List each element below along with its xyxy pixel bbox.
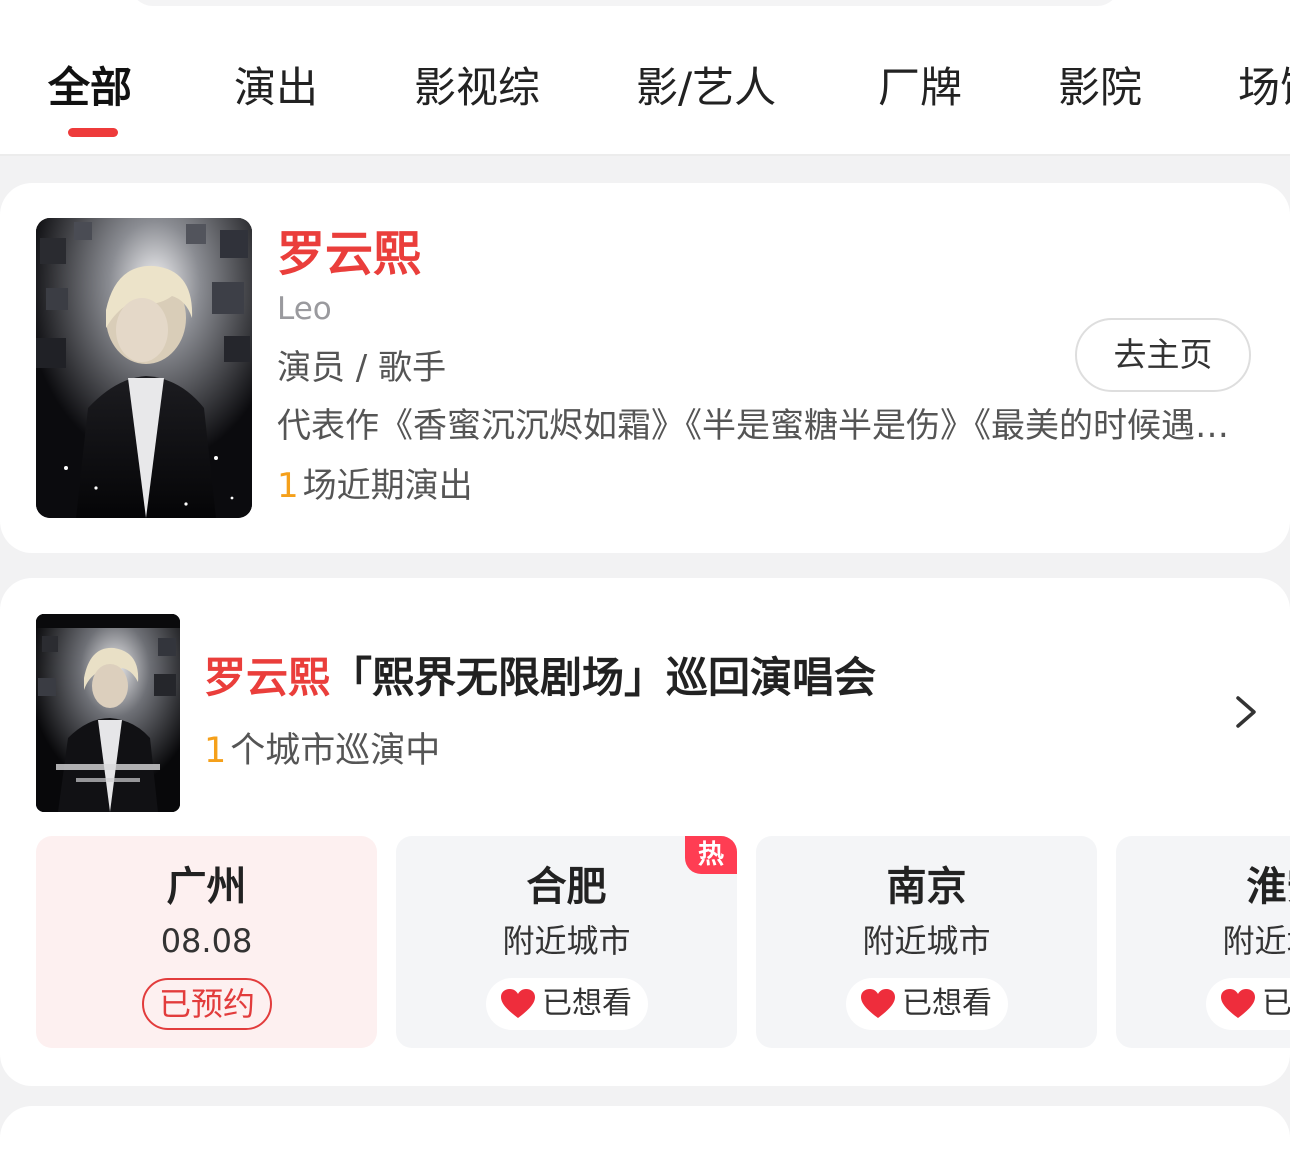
cities-label: 个城市巡演中	[230, 731, 441, 771]
tour-poster-image[interactable]	[36, 614, 180, 812]
city-date: 08.08	[160, 922, 253, 960]
want-label: 已想看	[1262, 986, 1290, 1021]
want-label: 已想看	[902, 986, 992, 1021]
shows-count: 1	[277, 466, 299, 506]
want-label: 已想看	[542, 986, 632, 1021]
heart-icon	[501, 989, 535, 1018]
city-name: 广州	[166, 864, 247, 910]
artist-poster-image[interactable]	[36, 218, 252, 518]
city-card-nanjing[interactable]: 南京 附近城市 已想看	[756, 836, 1097, 1048]
artist-name[interactable]: 罗云熙	[277, 223, 421, 285]
booked-button[interactable]: 已预约	[142, 978, 272, 1030]
tour-poster-graphic	[36, 614, 180, 812]
city-note: 附近城市	[502, 922, 631, 960]
tour-city-count: 1 个城市巡演中	[204, 728, 440, 774]
artist-portrait-graphic	[36, 218, 252, 518]
cities-count: 1	[204, 731, 227, 771]
city-card-guangzhou[interactable]: 广州 08.08 已预约	[36, 836, 377, 1048]
shows-label: 场近期演出	[302, 466, 473, 506]
category-tabs: 全部 演出 影视综 影/艺人 厂牌 影院 场馆	[0, 58, 1290, 118]
tab-shows[interactable]: 演出	[234, 58, 318, 118]
city-note: 附近城市	[862, 922, 991, 960]
city-name: 合肥	[526, 864, 607, 910]
active-tab-indicator	[68, 128, 118, 137]
tab-venues[interactable]: 场馆	[1238, 58, 1290, 118]
top-bar: 全部 演出 影视综 影/艺人 厂牌 影院 场馆	[0, 0, 1290, 156]
city-card-hefei[interactable]: 热 合肥 附近城市 已想看	[396, 836, 737, 1048]
tab-artists[interactable]: 影/艺人	[636, 58, 776, 118]
search-bar-edge[interactable]	[130, 0, 1120, 6]
tab-all[interactable]: 全部	[48, 58, 132, 118]
heart-icon	[1221, 989, 1255, 1018]
artist-upcoming-shows: 1 场近期演出	[277, 464, 473, 508]
chevron-right-icon[interactable]	[1228, 692, 1262, 732]
artist-english-name: Leo	[277, 291, 332, 327]
tour-title-artist: 罗云熙	[204, 653, 331, 702]
want-to-see-button[interactable]: 已想看	[846, 978, 1008, 1030]
next-result-card[interactable]	[0, 1106, 1290, 1166]
tab-cinemas[interactable]: 影院	[1058, 58, 1142, 118]
want-to-see-button[interactable]: 已想看	[486, 978, 648, 1030]
artist-role: 演员 / 歌手	[277, 348, 447, 388]
city-name: 淮安	[1246, 864, 1290, 910]
city-card-huaian[interactable]: 淮安 附近城市 已想看	[1116, 836, 1290, 1048]
tab-film-tv[interactable]: 影视综	[414, 58, 540, 118]
want-to-see-button[interactable]: 已想看	[1206, 978, 1290, 1030]
tour-title-name: 「熙界无限剧场」巡回演唱会	[330, 653, 877, 702]
city-name: 南京	[886, 864, 967, 910]
tour-card[interactable]: 罗云熙「熙界无限剧场」巡回演唱会 1 个城市巡演中 广州 08.08 已预约 热 …	[0, 578, 1290, 1086]
go-homepage-button[interactable]: 去主页	[1075, 318, 1251, 392]
tour-title[interactable]: 罗云熙「熙界无限剧场」巡回演唱会	[204, 650, 876, 706]
artist-works: 代表作《香蜜沉沉烬如霜》《半是蜜糖半是伤》《最美的时候遇见你》	[277, 406, 1237, 446]
tab-labels[interactable]: 厂牌	[878, 58, 962, 118]
city-list: 广州 08.08 已预约 热 合肥 附近城市 已想看 南京 附近城市 已想看 淮…	[0, 836, 1290, 1050]
artist-card[interactable]: 罗云熙 Leo 演员 / 歌手 代表作《香蜜沉沉烬如霜》《半是蜜糖半是伤》《最美…	[0, 183, 1290, 553]
heart-icon	[861, 989, 895, 1018]
city-note: 附近城市	[1222, 922, 1290, 960]
